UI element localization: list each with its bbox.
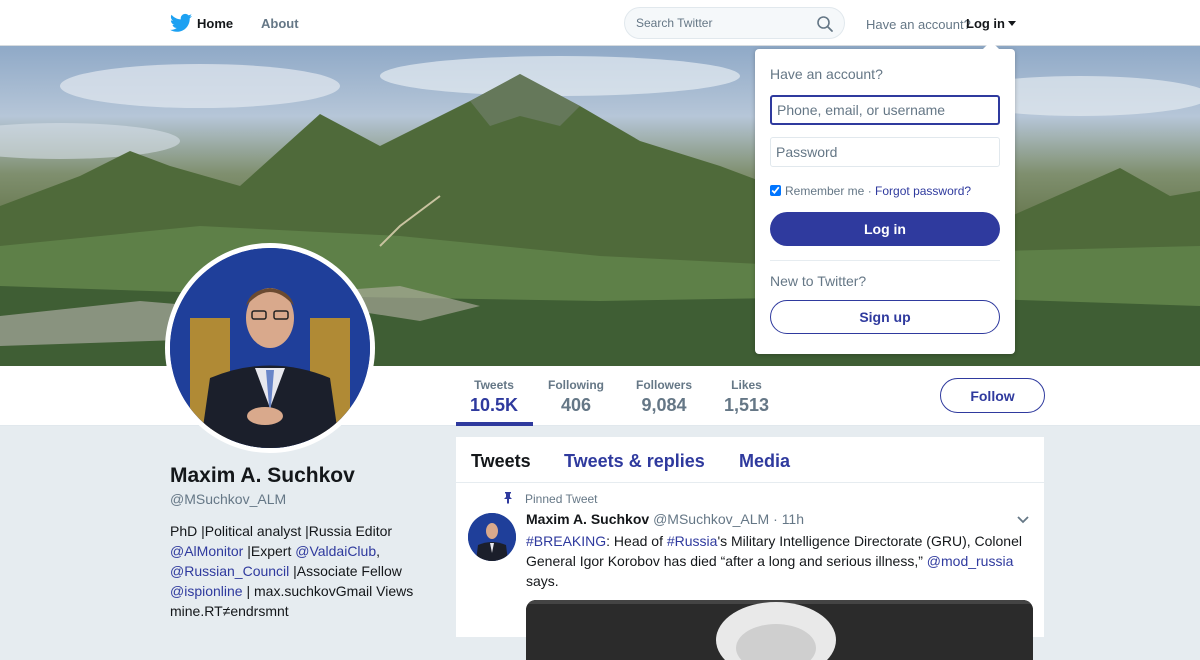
follow-button[interactable]: Follow — [940, 378, 1045, 413]
profile-name[interactable]: Maxim A. Suchkov — [170, 464, 355, 488]
tweet-photo — [526, 600, 1033, 660]
bio-text: , — [376, 543, 381, 559]
stat-value: 9,084 — [641, 395, 687, 415]
stat-following[interactable]: Following 406 — [548, 378, 604, 416]
tweet-avatar-image — [468, 513, 516, 561]
login-dropdown-toggle[interactable]: Log in — [966, 16, 1016, 31]
tweet-author-name[interactable]: Maxim A. Suchkov — [526, 511, 649, 527]
stat-tweets[interactable]: Tweets 10.5K — [470, 378, 518, 416]
tweet-avatar[interactable] — [468, 513, 516, 561]
avatar-person-image — [170, 248, 370, 448]
tweet-author-handle[interactable]: @MSuchkov_ALM — [653, 511, 769, 527]
pinned-tweet-label: Pinned Tweet — [525, 492, 598, 506]
tweet-media-image[interactable] — [526, 600, 1033, 660]
login-toggle-label[interactable]: Log in — [966, 16, 1005, 31]
stat-value: 10.5K — [470, 395, 519, 415]
caret-down-icon — [1008, 21, 1016, 26]
nav-home-link[interactable]: Home — [197, 16, 233, 31]
search-input[interactable] — [636, 16, 806, 30]
bio-text: |Associate Fellow — [289, 563, 402, 579]
remember-me-checkbox[interactable] — [770, 185, 781, 196]
mention-link[interactable]: @mod_russia — [927, 553, 1014, 569]
tweet-dot-separator: · — [769, 511, 782, 527]
signup-button[interactable]: Sign up — [770, 300, 1000, 334]
timeline: Tweets Tweets & replies Media Pinned Twe… — [456, 437, 1044, 660]
pin-icon — [504, 492, 512, 504]
login-dropdown-title: Have an account? — [770, 66, 883, 82]
bio-text: |Expert — [243, 543, 296, 559]
bio-mention-link[interactable]: @ispionline — [170, 583, 243, 599]
tab-tweets[interactable]: Tweets — [471, 451, 531, 472]
bio-text: PhD |Political analyst |Russia Editor — [170, 523, 393, 539]
bio-mention-link[interactable]: @AlMonitor — [170, 543, 243, 559]
stat-followers[interactable]: Followers 9,084 — [636, 378, 692, 416]
nav-about-link[interactable]: About — [261, 16, 299, 31]
login-button[interactable]: Log in — [770, 212, 1000, 246]
tweet-timestamp[interactable]: 11h — [782, 511, 804, 527]
have-account-text: Have an account? — [866, 17, 971, 32]
top-nav: Home About Have an account? Log in — [0, 0, 1200, 46]
remember-me-label[interactable]: Remember me — [785, 184, 864, 198]
forgot-password-link[interactable]: Forgot password? — [875, 184, 971, 198]
profile-bio: PhD |Political analyst |Russia Editor @A… — [170, 521, 430, 621]
avatar-photo — [170, 248, 370, 448]
twitter-bird-icon[interactable] — [170, 13, 192, 33]
login-dropdown: Have an account? Remember me · Forgot pa… — [755, 41, 1015, 354]
search-box[interactable] — [624, 7, 845, 39]
tweet-header: Maxim A. Suchkov @MSuchkov_ALM · 11h — [526, 511, 804, 527]
tweet-text: #BREAKING: Head of #Russia's Military In… — [526, 531, 1031, 591]
bio-mention-link[interactable]: @ValdaiClub — [295, 543, 376, 559]
divider — [770, 260, 1000, 261]
timeline-tabs: Tweets Tweets & replies Media — [456, 437, 1044, 483]
dot-separator: · — [867, 184, 872, 198]
stat-value: 406 — [560, 395, 592, 415]
stat-label: Following — [548, 378, 604, 392]
stat-label: Followers — [636, 378, 693, 392]
tweet-text-part: : Head of — [606, 533, 667, 549]
stat-label: Likes — [731, 378, 762, 392]
tab-tweets-replies[interactable]: Tweets & replies — [564, 451, 705, 472]
tweet-text-part: says. — [526, 573, 559, 589]
search-icon[interactable] — [816, 15, 834, 33]
stat-likes[interactable]: Likes 1,513 — [724, 378, 769, 416]
profile-handle[interactable]: @MSuchkov_ALM — [170, 491, 286, 507]
hashtag-link[interactable]: #BREAKING — [526, 533, 606, 549]
bio-mention-link[interactable]: @Russian_Council — [170, 563, 289, 579]
password-field[interactable] — [770, 137, 1000, 167]
new-to-twitter-text: New to Twitter? — [770, 273, 867, 289]
tab-media[interactable]: Media — [739, 451, 790, 472]
remember-row: Remember me · Forgot password? — [770, 184, 971, 198]
profile-avatar[interactable] — [165, 243, 375, 453]
hashtag-link[interactable]: #Russia — [667, 533, 718, 549]
username-field[interactable] — [770, 95, 1000, 125]
chevron-down-icon[interactable] — [1016, 515, 1030, 525]
stat-value: 1,513 — [724, 395, 770, 415]
stat-label: Tweets — [474, 378, 514, 392]
active-stat-underline — [456, 422, 533, 426]
